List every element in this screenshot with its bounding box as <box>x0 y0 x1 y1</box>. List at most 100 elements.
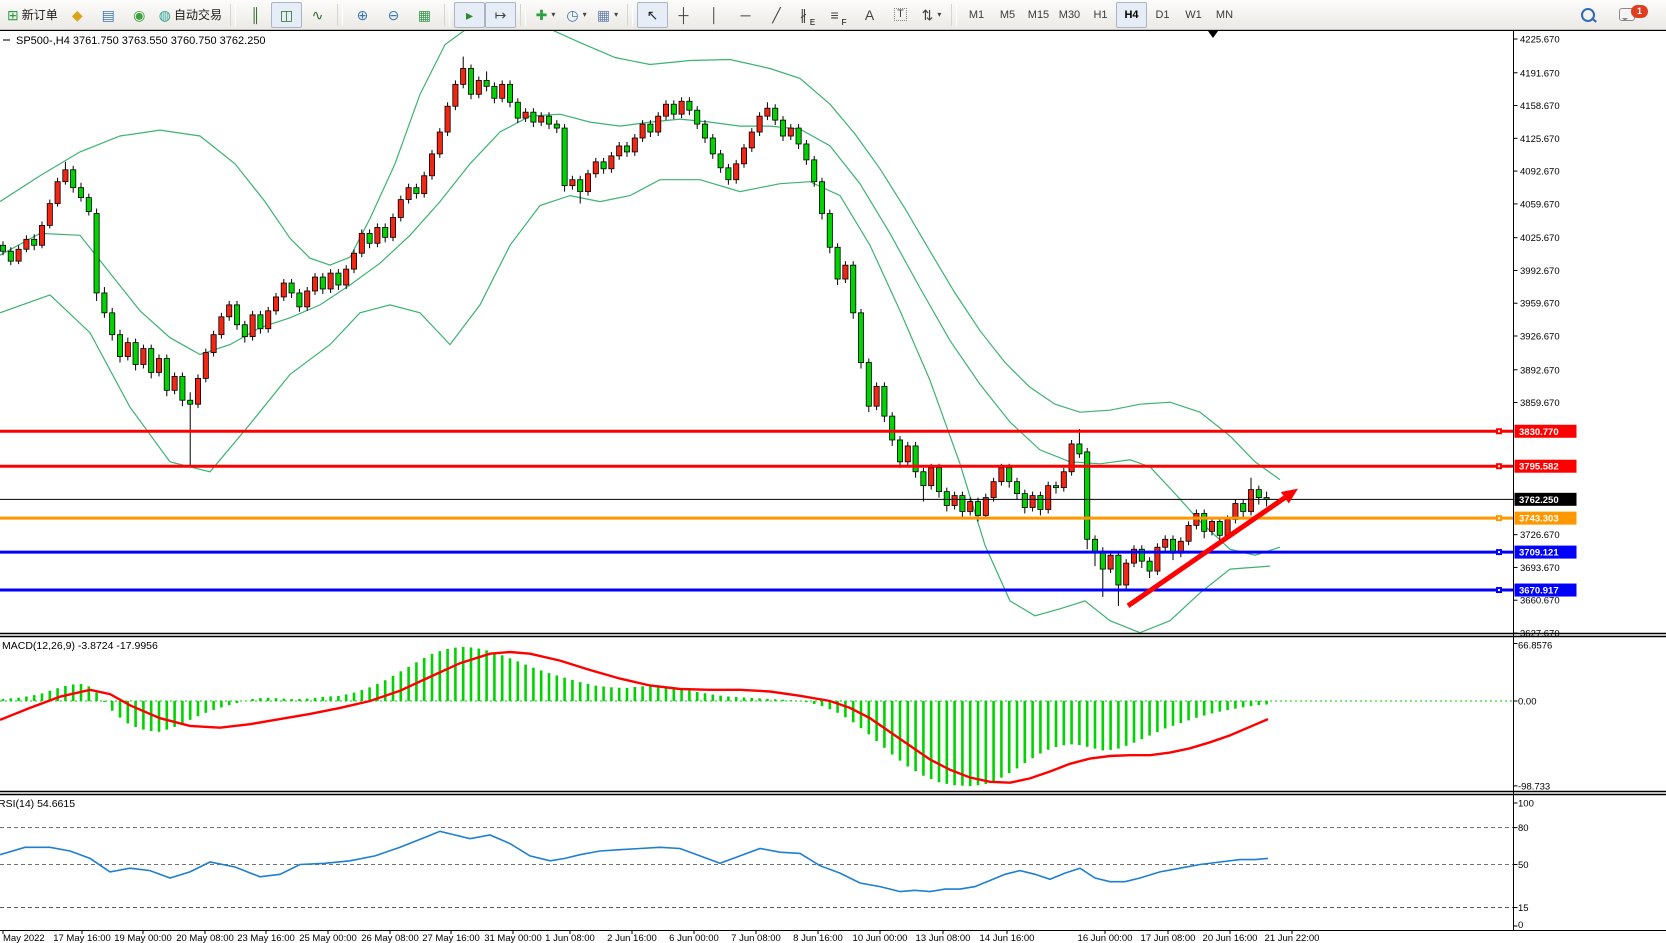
candle-body <box>1100 551 1105 569</box>
candle-body <box>359 233 364 253</box>
vertical-line-button[interactable]: │ <box>699 2 730 28</box>
candle-body <box>866 362 871 406</box>
line-chart-button[interactable]: ∿ <box>302 2 333 28</box>
chevron-down-icon[interactable]: ▾ <box>583 10 587 19</box>
zoom-out-button[interactable]: ⊖ <box>378 2 409 28</box>
macd-axis-label: -98.733 <box>1518 781 1550 792</box>
candle-body <box>211 335 216 353</box>
label-button[interactable]: T <box>885 2 916 28</box>
price-tick-label: 4158.670 <box>1520 101 1560 112</box>
market-watch-icon-button[interactable]: ▤ <box>93 2 124 28</box>
candle-body <box>671 104 676 114</box>
notification-badge: 1 <box>1631 5 1648 18</box>
icon-subscript: E <box>810 19 815 27</box>
candle-body <box>445 106 450 132</box>
candle-body <box>952 496 957 506</box>
candle-body <box>414 188 419 194</box>
candle-body <box>804 144 809 160</box>
candle-body <box>1209 521 1214 531</box>
candle-body <box>991 482 996 498</box>
candle-body <box>632 138 637 152</box>
zoom-in-button[interactable]: ⊕ <box>347 2 378 28</box>
candle-body <box>1217 521 1222 535</box>
candle-body <box>367 233 372 243</box>
candle-body <box>741 148 746 164</box>
chevron-down-icon[interactable]: ▾ <box>614 10 618 19</box>
candle-body <box>1147 561 1152 571</box>
tf-d1-button[interactable]: D1 <box>1147 2 1178 28</box>
trendline-icon: ╱ <box>772 8 780 22</box>
tf-m15-button[interactable]: M15 <box>1023 2 1054 28</box>
search-button[interactable] <box>1572 2 1603 28</box>
tf-m30-button[interactable]: M30 <box>1054 2 1085 28</box>
horizontal-line-button[interactable]: ─ <box>730 2 761 28</box>
tf-m1-button[interactable]: M1 <box>961 2 992 28</box>
price-line-label: 3743.303 <box>1519 514 1559 525</box>
bar-chart-button[interactable]: ║ <box>240 2 271 28</box>
time-tick-label: 20 Jun 16:00 <box>1203 933 1258 943</box>
new-order-button[interactable]: ⊞新订单 <box>3 2 62 28</box>
rsi-axis-label: 15 <box>1518 903 1529 914</box>
new-chart-icon-button[interactable]: ◆ <box>62 2 93 28</box>
candle-body <box>125 343 130 357</box>
tf-h4-button[interactable]: H4 <box>1116 2 1147 28</box>
crosshair-button[interactable]: ┼ <box>668 2 699 28</box>
autotrading-button[interactable]: ◍自动交易 <box>155 2 226 28</box>
cursor-button[interactable]: ↖ <box>637 2 668 28</box>
text-button[interactable]: A <box>854 2 885 28</box>
time-tick-label: 13 Jun 08:00 <box>916 933 971 943</box>
notifications-button[interactable]: 1 <box>1611 2 1653 28</box>
templates-button[interactable]: ▦▾ <box>592 2 623 28</box>
tf-h1-button[interactable]: H1 <box>1085 2 1116 28</box>
line-handle-dot <box>1498 589 1500 591</box>
price-line-label: 3670.917 <box>1519 586 1559 597</box>
tf-m5-button[interactable]: M5 <box>992 2 1023 28</box>
price-tick-label: 3959.670 <box>1520 299 1560 310</box>
candle-body <box>648 124 653 132</box>
candle-body <box>453 84 458 106</box>
chevron-down-icon[interactable]: ▾ <box>937 10 941 19</box>
candle-body <box>1030 496 1035 508</box>
price-tick-label: 4125.670 <box>1520 134 1560 145</box>
channel-button[interactable]: ∦E <box>792 2 823 28</box>
rsi-axis-label: 100 <box>1518 799 1534 810</box>
fibonacci-button[interactable]: ≡F <box>823 2 854 28</box>
trendline-button[interactable]: ╱ <box>761 2 792 28</box>
time-tick-label: 17 Jun 08:00 <box>1141 933 1196 943</box>
doc-plus-icon: ⊞ <box>7 8 19 22</box>
shapes-button[interactable]: ⇅▾ <box>916 2 947 28</box>
candle-body <box>788 128 793 136</box>
signals-icon-button[interactable]: ◉ <box>124 2 155 28</box>
candlestick-button[interactable]: ◫ <box>271 2 302 28</box>
candle-body <box>1256 490 1261 498</box>
candle-body <box>1061 472 1066 488</box>
chart-canvas[interactable]: 4225.6704191.6704158.6704125.6704092.670… <box>0 30 1666 943</box>
candle-body <box>492 86 497 98</box>
candle-body <box>507 84 512 102</box>
candle-body <box>983 498 988 516</box>
candle-body <box>1108 555 1113 569</box>
price-tick-label: 3726.670 <box>1520 530 1560 541</box>
line-handle-dot <box>1498 517 1500 519</box>
periods-button[interactable]: ◷▾ <box>561 2 592 28</box>
candle-body <box>921 472 926 486</box>
candle-body <box>1163 539 1168 547</box>
candle-body <box>749 132 754 148</box>
candle-body <box>351 253 356 269</box>
tile-windows-button[interactable]: ▦ <box>409 2 440 28</box>
line-handle-dot <box>1498 551 1500 553</box>
candle-body <box>546 116 551 124</box>
tf-mn-button[interactable]: MN <box>1209 2 1240 28</box>
auto-scroll-button[interactable]: ▸ <box>454 2 485 28</box>
candle-body <box>1248 490 1253 512</box>
indicators-button[interactable]: ✚▾ <box>530 2 561 28</box>
tf-w1-button[interactable]: W1 <box>1178 2 1209 28</box>
candle-body <box>1186 525 1191 541</box>
candle-body <box>55 182 60 204</box>
candle-body <box>39 225 44 245</box>
candle-body <box>297 293 302 307</box>
chart-shift-button[interactable]: ↦ <box>485 2 516 28</box>
candle-body <box>78 188 83 198</box>
window-restore-icon[interactable] <box>3 39 10 41</box>
chevron-down-icon[interactable]: ▾ <box>551 10 555 19</box>
